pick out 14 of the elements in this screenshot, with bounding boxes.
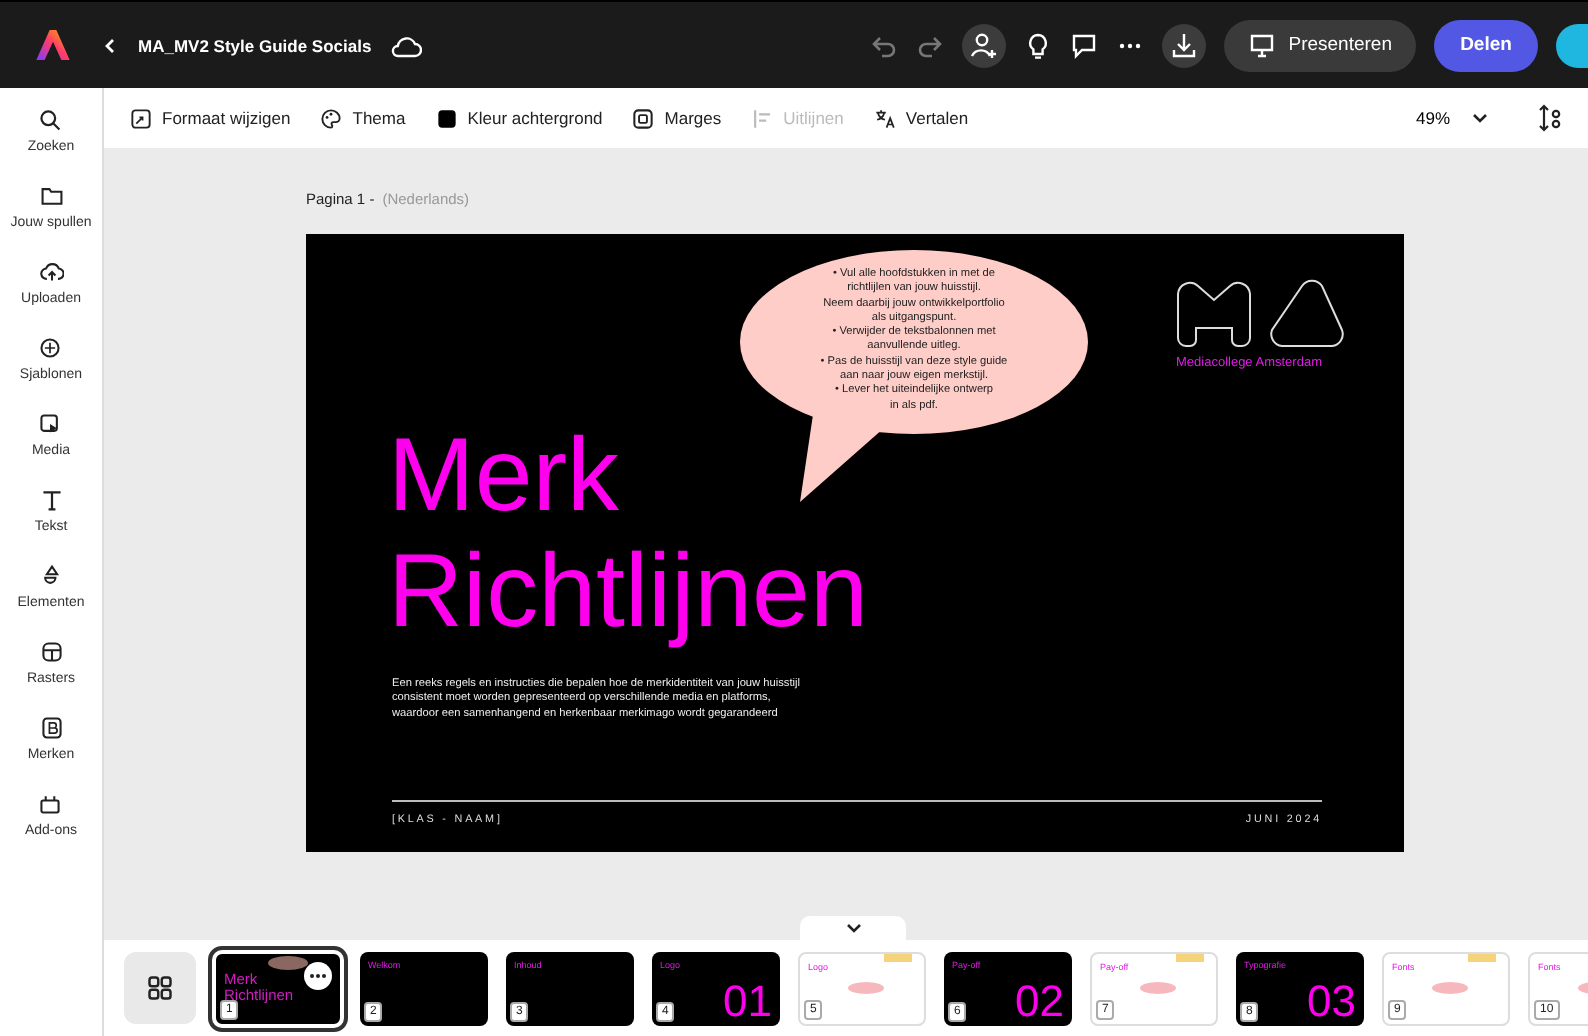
thumbnail-number-text: 01 [723,979,772,1023]
toolbar-button[interactable]: Formaat wijzigen [130,107,305,129]
toolbar-button[interactable]: Kleur achtergrond [435,107,617,129]
slide-title: Richtlijnen [388,534,868,650]
thumbnail-number-text: 02 [1015,979,1064,1023]
toolbar-button[interactable]: Vertalen [873,107,983,129]
present-button[interactable]: Presenteren [1224,19,1416,71]
toolbar-button[interactable]: Marges [632,107,736,129]
slide-title: Merk [388,418,622,534]
zoom-dropdown[interactable]: 49% [1403,106,1502,130]
share-button[interactable]: Delen [1434,19,1538,71]
document-title[interactable]: MA_MV2 Style Guide Socials [138,35,372,55]
thumbnail-number-text: 03 [1307,979,1356,1023]
toolbar-button[interactable]: Thema [320,107,420,129]
